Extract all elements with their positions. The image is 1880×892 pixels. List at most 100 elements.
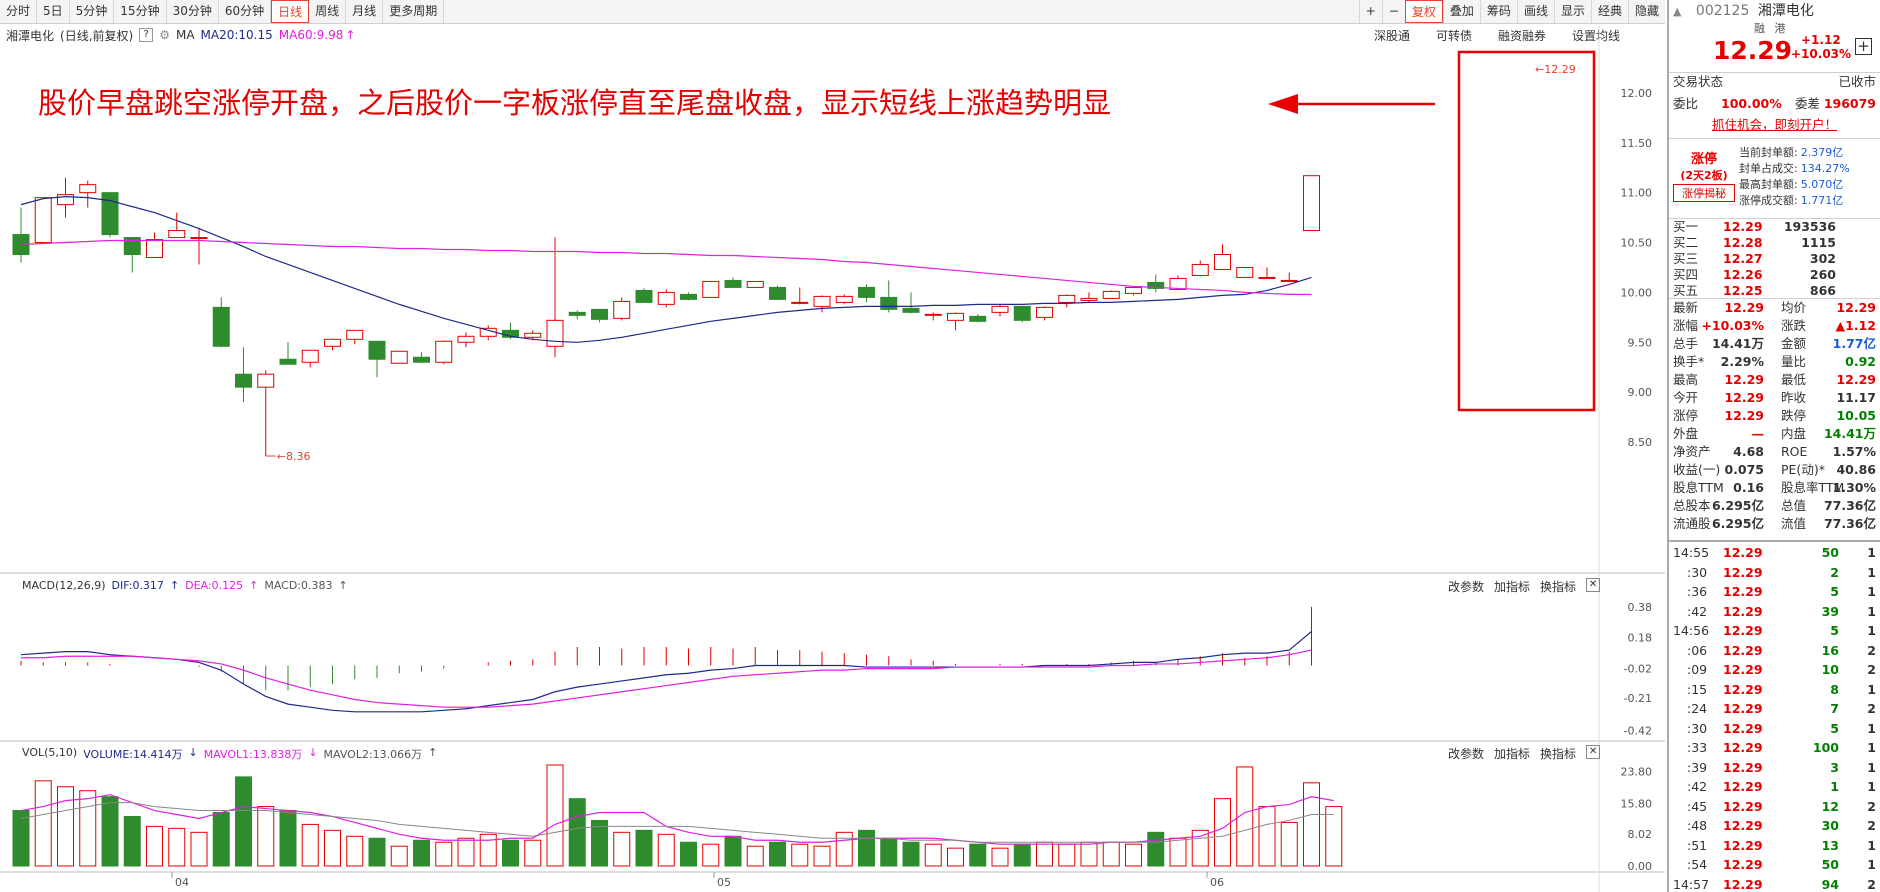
tick-volume: 50 (1821, 857, 1839, 872)
stat-row: 今开 12.29 昨收 11.17 (1673, 389, 1876, 407)
volume-bar (1036, 841, 1053, 867)
macd-header: MACD(12,26,9) DIF:0.317 ↑ DEA:0.125 ↑ MA… (22, 579, 348, 592)
weicha-label: 委差 (1795, 96, 1821, 111)
candle (257, 370, 275, 457)
limit-reveal-button[interactable]: 涨停揭秘 (1673, 184, 1735, 202)
stat-value: 2.29% (1720, 354, 1764, 369)
volume-bar (190, 831, 208, 867)
candle-body (769, 286, 786, 300)
volume-bar (769, 841, 786, 867)
vol-y-tick: 8.02 (1628, 828, 1653, 841)
vol-add-indicator-button[interactable]: 加指标 (1494, 745, 1530, 762)
candle (791, 287, 809, 305)
tick-price: 12.29 (1723, 837, 1763, 853)
volume-bar (613, 831, 631, 867)
macd-param-button[interactable]: 改参数 (1448, 578, 1484, 595)
chevron-up-icon[interactable]: ▲ (1673, 5, 1681, 18)
bid-price: 12.27 (1723, 251, 1763, 266)
candle-body (390, 350, 408, 364)
y-tick-label: 9.00 (1628, 386, 1653, 399)
tick-volume: 8 (1830, 681, 1839, 697)
volume-bar (1214, 798, 1231, 867)
vol-y-tick: 23.80 (1621, 766, 1653, 779)
weibi-row: 委比 100.00% 委差 196079 (1673, 95, 1876, 113)
volume-bar (368, 837, 386, 867)
tick-price: 12.29 (1723, 818, 1763, 833)
candle-body (924, 313, 942, 316)
stat-value: 40.86 (1836, 462, 1876, 477)
highlight-box (1457, 50, 1596, 412)
bid-row: 买二 12.28 1115 (1673, 235, 1876, 251)
candle (1280, 272, 1298, 283)
stat-value: 11.17 (1836, 390, 1876, 405)
tick-count: 2 (1867, 662, 1876, 677)
limit-row-label: 最高封单额: (1739, 178, 1798, 191)
candle (969, 314, 987, 323)
tick-count: 1 (1867, 545, 1876, 560)
tick-count: 2 (1867, 876, 1876, 892)
volume-bar (1258, 806, 1276, 867)
annotation-arrowhead (1268, 94, 1298, 114)
candle (947, 312, 964, 331)
candle (657, 289, 675, 308)
macd-add-indicator-button[interactable]: 加指标 (1494, 578, 1530, 595)
macd-switch-indicator-button[interactable]: 换指标 (1540, 578, 1576, 595)
candle (301, 349, 319, 368)
limit-badge: 涨停 (2天2板) 涨停揭秘 (1673, 148, 1735, 202)
volume-bar (991, 847, 1009, 867)
tick-price: 12.29 (1723, 662, 1763, 677)
tick-volume: 13 (1821, 837, 1839, 853)
stat-row: 涨停 12.29 跌停 10.05 (1673, 407, 1876, 425)
stat-value: 6.295亿 (1711, 516, 1764, 531)
candle-body (591, 308, 608, 320)
y-tick-label: 10.00 (1621, 286, 1653, 299)
candle (12, 207, 30, 263)
tick-price: 12.29 (1723, 545, 1763, 560)
candle-body (947, 312, 964, 321)
tick-price: 12.29 (1723, 759, 1763, 775)
stat-value: 1.30% (1832, 480, 1876, 495)
candle-body (969, 315, 987, 322)
volume-bar (1058, 843, 1076, 867)
stat-label: 涨跌 (1781, 318, 1807, 333)
candle (991, 304, 1009, 317)
macd-dif-label: DIF:0.317 (111, 579, 164, 592)
tick-price: 12.29 (1723, 876, 1763, 892)
tick-price: 12.29 (1723, 681, 1763, 697)
stat-value: 6.295亿 (1711, 498, 1764, 513)
trade-status-row: 交易状态 已收市 (1673, 73, 1876, 91)
candle-body (902, 307, 920, 313)
volume-bar (413, 839, 430, 867)
candle-body (368, 340, 386, 360)
tick-volume: 5 (1830, 584, 1839, 599)
close-icon[interactable]: ✕ (1586, 745, 1601, 759)
stat-value: 10.05 (1836, 408, 1876, 423)
candle (1191, 260, 1209, 277)
tick-row: :42 12.29 39 1 (1673, 602, 1876, 621)
add-watch-button[interactable]: + (1855, 38, 1872, 55)
candle (1258, 267, 1276, 279)
bid-price: 12.28 (1723, 235, 1763, 250)
tick-price: 12.29 (1723, 779, 1763, 794)
tick-time: :48 (1687, 818, 1708, 833)
tick-row: :24 12.29 7 2 (1673, 699, 1876, 718)
stat-label: PE(动)* (1781, 462, 1825, 477)
close-icon[interactable]: ✕ (1586, 578, 1601, 592)
weibi-label: 委比 (1673, 96, 1699, 111)
candle-body (146, 239, 163, 258)
stat-value: 1.57% (1832, 444, 1876, 459)
tick-row: :30 12.29 5 1 (1673, 719, 1876, 738)
candle-body (34, 197, 52, 244)
candle (1214, 244, 1231, 270)
candle-body (568, 311, 586, 316)
candle-body (168, 230, 186, 239)
promo-link[interactable]: 抓住机会，即刻开户！ (1712, 117, 1837, 132)
bid-volume: 193536 (1783, 219, 1836, 234)
bid-label: 买二 (1673, 235, 1699, 250)
vol-param-button[interactable]: 改参数 (1448, 745, 1484, 762)
macd-y-tick: -0.02 (1624, 663, 1652, 676)
tick-price: 12.29 (1723, 564, 1763, 580)
stat-row: 股息TTM 0.16 股息率TTM 1.30% (1673, 479, 1876, 497)
vol-switch-indicator-button[interactable]: 换指标 (1540, 745, 1576, 762)
tick-count: 1 (1867, 779, 1876, 794)
